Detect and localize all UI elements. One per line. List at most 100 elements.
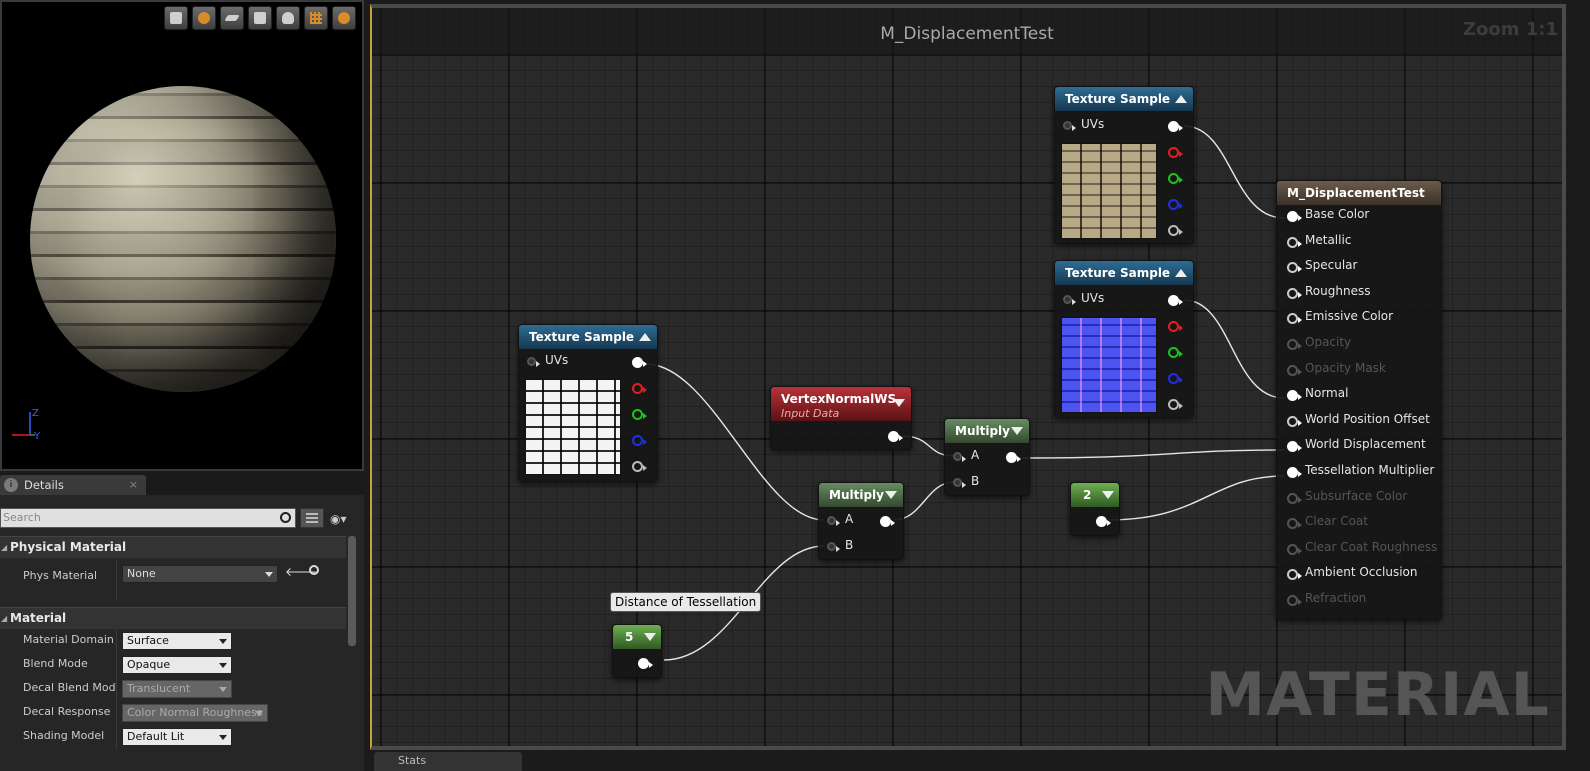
phys-material-combo[interactable]: None xyxy=(122,565,278,583)
material-graph-canvas[interactable]: M_DisplacementTest Zoom 1:1 MATERIAL Tex… xyxy=(370,4,1566,750)
vertex-output-pin[interactable] xyxy=(888,431,903,442)
tab-details[interactable]: i Details × xyxy=(0,475,146,495)
b-input-pin[interactable] xyxy=(827,542,840,552)
result-input-pin[interactable] xyxy=(1287,441,1302,453)
teapot-icon[interactable] xyxy=(276,6,300,30)
collapse-icon[interactable] xyxy=(639,333,651,341)
constant-output-pin[interactable] xyxy=(638,658,653,669)
constant-node-2[interactable]: 2 xyxy=(1070,482,1120,536)
plane-icon[interactable] xyxy=(220,6,244,30)
decal-response-combo[interactable]: Color Normal Roughness xyxy=(122,704,268,722)
close-icon[interactable]: × xyxy=(129,478,138,491)
list-icon xyxy=(306,513,318,523)
vertex-normal-ws-node[interactable]: VertexNormalWS Input Data xyxy=(770,386,912,450)
property-decal-response: Decal Response Color Normal Roughness xyxy=(0,701,346,725)
sphere-icon[interactable] xyxy=(192,6,216,30)
rgb-output-pin[interactable] xyxy=(632,357,647,368)
rgb-output-pin[interactable] xyxy=(1168,121,1183,132)
g-output-pin[interactable] xyxy=(1168,347,1183,358)
b-input-pin[interactable] xyxy=(953,478,966,488)
b-output-pin[interactable] xyxy=(1168,199,1183,210)
result-pin-label: Clear Coat xyxy=(1305,514,1368,529)
category-material[interactable]: Material xyxy=(0,607,346,629)
result-input-pin[interactable] xyxy=(1287,287,1302,299)
node-header: Texture Sample xyxy=(519,325,657,349)
multiply-node-1[interactable]: Multiply A B xyxy=(944,418,1030,496)
result-pin-label: World Displacement xyxy=(1305,437,1426,452)
a-output-pin[interactable] xyxy=(632,461,647,472)
tab-stats[interactable]: Stats xyxy=(374,752,522,771)
result-input-pin[interactable] xyxy=(1287,415,1302,427)
constant-node-5[interactable]: 5 xyxy=(612,624,662,678)
decal-blend-mode-combo[interactable]: Translucent xyxy=(122,680,232,698)
collapse-icon[interactable] xyxy=(1175,95,1187,103)
grid-icon[interactable] xyxy=(304,6,328,30)
material-preview-viewport[interactable]: Z Y xyxy=(0,0,364,471)
texture-sample-node-normal[interactable]: Texture Sample UVs xyxy=(1054,260,1194,418)
r-output-pin[interactable] xyxy=(1168,321,1183,332)
result-input-pin[interactable] xyxy=(1287,262,1302,274)
blend-mode-combo[interactable]: Opaque xyxy=(122,656,232,674)
multiply-node-2[interactable]: Multiply A B xyxy=(818,482,904,560)
cube-icon[interactable] xyxy=(248,6,272,30)
result-pin-label: World Position Offset xyxy=(1305,411,1430,426)
search-input[interactable]: Search xyxy=(0,508,296,528)
g-output-pin[interactable] xyxy=(1168,173,1183,184)
details-scrollbar[interactable] xyxy=(348,536,356,646)
node-header: M_DisplacementTest xyxy=(1277,181,1441,205)
result-input-pin[interactable] xyxy=(1287,595,1302,606)
search-placeholder: Search xyxy=(3,511,41,524)
result-pin-label: Opacity xyxy=(1305,335,1352,349)
result-input-pin[interactable] xyxy=(1287,390,1302,402)
g-output-pin[interactable] xyxy=(632,409,647,420)
a-input-pin[interactable] xyxy=(953,452,966,462)
collapse-icon[interactable] xyxy=(644,633,656,641)
details-tabbar: i Details × xyxy=(0,473,364,495)
collapse-icon[interactable] xyxy=(885,491,897,499)
result-input-pin[interactable] xyxy=(1287,236,1302,248)
rgb-output-pin[interactable] xyxy=(1168,295,1183,306)
result-input-pin[interactable] xyxy=(1287,313,1302,325)
texture-sample-node-mask[interactable]: Texture Sample UVs xyxy=(518,324,658,482)
r-output-pin[interactable] xyxy=(1168,147,1183,158)
b-output-pin[interactable] xyxy=(1168,373,1183,384)
constant-output-pin[interactable] xyxy=(1096,516,1111,527)
node-header: Multiply xyxy=(945,419,1029,443)
collapse-icon[interactable] xyxy=(893,399,905,407)
collapse-icon[interactable] xyxy=(1011,427,1023,435)
category-physical-material[interactable]: Physical Material xyxy=(0,536,346,558)
result-pin-label: Ambient Occlusion xyxy=(1305,565,1418,580)
a-output-pin[interactable] xyxy=(1168,399,1183,410)
result-input-pin[interactable] xyxy=(1287,492,1302,504)
realtime-icon[interactable] xyxy=(332,6,356,30)
a-input-pin[interactable] xyxy=(827,516,840,526)
result-input-pin[interactable] xyxy=(1287,543,1302,555)
result-input-pin[interactable] xyxy=(1287,467,1302,478)
b-output-pin[interactable] xyxy=(632,435,647,446)
browse-search-icon[interactable] xyxy=(309,565,319,575)
collapse-icon[interactable] xyxy=(1102,491,1114,499)
uvs-input-pin[interactable] xyxy=(1063,121,1076,131)
a-output-pin[interactable] xyxy=(1168,225,1183,236)
shading-model-combo[interactable]: Default Lit xyxy=(122,728,232,746)
material-domain-combo[interactable]: Surface xyxy=(122,632,232,650)
multiply-output-pin[interactable] xyxy=(1006,452,1021,463)
texture-sample-node-basecolor[interactable]: Texture Sample UVs xyxy=(1054,86,1194,244)
constant-value: 2 xyxy=(1083,488,1092,502)
r-output-pin[interactable] xyxy=(632,383,647,394)
uvs-input-pin[interactable] xyxy=(527,357,540,367)
uvs-input-pin[interactable] xyxy=(1063,295,1076,305)
tab-details-label: Details xyxy=(24,478,64,492)
result-input-pin[interactable] xyxy=(1287,569,1302,581)
result-input-pin[interactable] xyxy=(1287,364,1302,376)
result-input-pin[interactable] xyxy=(1287,518,1302,530)
view-options-eye-icon[interactable]: ◉▾ xyxy=(330,512,347,526)
material-result-node[interactable]: M_DisplacementTest Base Color Metallic Spe… xyxy=(1276,180,1442,620)
cylinder-icon[interactable] xyxy=(164,6,188,30)
details-panel: i Details × Search ◉▾ Physical Material … xyxy=(0,473,364,771)
result-input-pin[interactable] xyxy=(1287,339,1302,350)
collapse-icon[interactable] xyxy=(1175,269,1187,277)
result-input-pin[interactable] xyxy=(1287,211,1302,222)
multiply-output-pin[interactable] xyxy=(880,516,895,527)
property-matrix-button[interactable] xyxy=(300,508,324,528)
